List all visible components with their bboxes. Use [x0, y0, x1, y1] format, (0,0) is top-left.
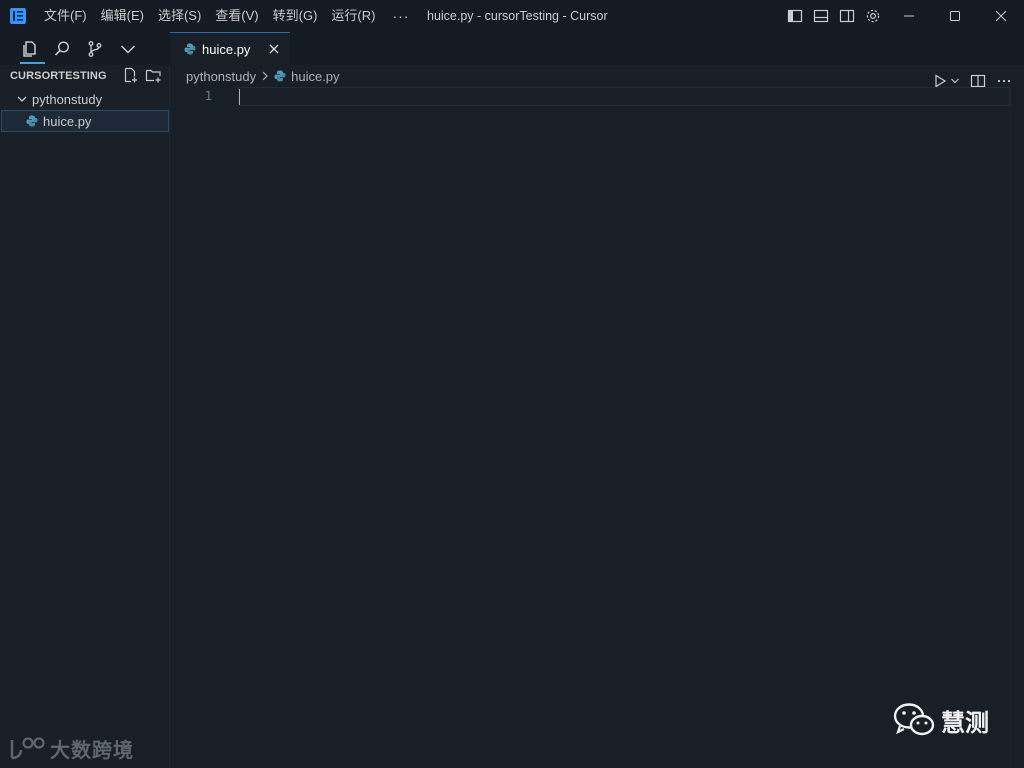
cursor-app-icon	[10, 8, 26, 24]
tab-huice-py[interactable]: huice.py	[170, 32, 290, 65]
workspace-title: CURSORTESTING	[10, 70, 107, 82]
maximize-button[interactable]	[932, 0, 978, 32]
explorer-actions	[122, 67, 162, 84]
more-views-button[interactable]	[117, 38, 139, 60]
menu-more-button[interactable]: ···	[382, 8, 419, 24]
tab-bar	[0, 32, 1024, 88]
layout-controls	[786, 7, 882, 25]
explorer-header: CURSORTESTING	[0, 65, 169, 87]
menu-file[interactable]: 文件(F)	[37, 0, 94, 32]
current-line-highlight	[238, 87, 1010, 106]
toggle-secondary-sidebar-icon[interactable]	[838, 7, 856, 25]
python-file-icon	[26, 115, 38, 127]
active-view-indicator	[20, 62, 45, 64]
minimize-button[interactable]	[886, 0, 932, 32]
breadcrumb-folder[interactable]: pythonstudy	[186, 69, 256, 84]
toggle-panel-icon[interactable]	[812, 7, 830, 25]
toggle-primary-sidebar-icon[interactable]	[786, 7, 804, 25]
files-icon	[23, 40, 36, 57]
window-title: huice.py - cursorTesting - Cursor	[427, 9, 608, 23]
close-icon	[995, 10, 1007, 22]
explorer-button[interactable]	[18, 38, 40, 60]
watermark-right-text: 慧测	[941, 709, 989, 737]
python-file-icon	[274, 70, 286, 82]
breadcrumb-file[interactable]: huice.py	[291, 69, 339, 84]
folder-pythonstudy[interactable]: pythonstudy	[0, 88, 169, 110]
maximize-icon	[950, 11, 960, 21]
close-icon[interactable]	[266, 41, 282, 57]
menu-bar: 文件(F) 编辑(E) 选择(S) 查看(V) 转到(G) 运行(R) ···	[37, 0, 419, 32]
python-file-icon	[184, 43, 196, 55]
watermark-right: 慧测	[893, 702, 989, 738]
breadcrumb: pythonstudy huice.py	[170, 65, 340, 87]
menu-run[interactable]: 运行(R)	[324, 0, 382, 32]
vertical-scrollbar[interactable]	[1010, 87, 1024, 768]
window-controls	[886, 0, 1024, 32]
new-file-icon[interactable]	[122, 67, 139, 84]
chevron-right-icon	[260, 70, 270, 82]
minimize-icon	[904, 15, 914, 17]
file-huice-py[interactable]: huice.py	[1, 110, 169, 132]
file-label: huice.py	[43, 113, 92, 129]
close-window-button[interactable]	[978, 0, 1024, 32]
source-control-icon	[88, 40, 102, 57]
folder-label: pythonstudy	[32, 91, 103, 107]
activity-bar	[18, 32, 139, 65]
tab-label: huice.py	[202, 41, 251, 57]
explorer-sidebar: CURSORTESTING pythonstudy huice.py	[0, 65, 170, 768]
search-button[interactable]	[51, 38, 73, 60]
text-cursor	[239, 89, 240, 105]
watermark-left-text: 大数跨境	[50, 740, 134, 762]
menu-view[interactable]: 查看(V)	[208, 0, 265, 32]
menu-go[interactable]: 转到(G)	[266, 0, 325, 32]
line-number: 1	[204, 89, 212, 103]
menu-selection[interactable]: 选择(S)	[151, 0, 208, 32]
search-icon	[54, 40, 70, 56]
title-bar: 文件(F) 编辑(E) 选择(S) 查看(V) 转到(G) 运行(R) ··· …	[0, 0, 1024, 32]
menu-edit[interactable]: 编辑(E)	[94, 0, 151, 32]
code-editor[interactable]: 1	[170, 87, 1024, 768]
chevron-down-icon	[120, 44, 136, 54]
watermark-left: 大数跨境	[8, 734, 134, 763]
watermark-logo	[10, 736, 45, 759]
settings-gear-icon[interactable]	[864, 7, 882, 25]
chevron-down-icon	[17, 96, 27, 102]
source-control-button[interactable]	[84, 38, 106, 60]
new-folder-icon[interactable]	[145, 67, 162, 84]
wechat-icon	[893, 703, 935, 736]
